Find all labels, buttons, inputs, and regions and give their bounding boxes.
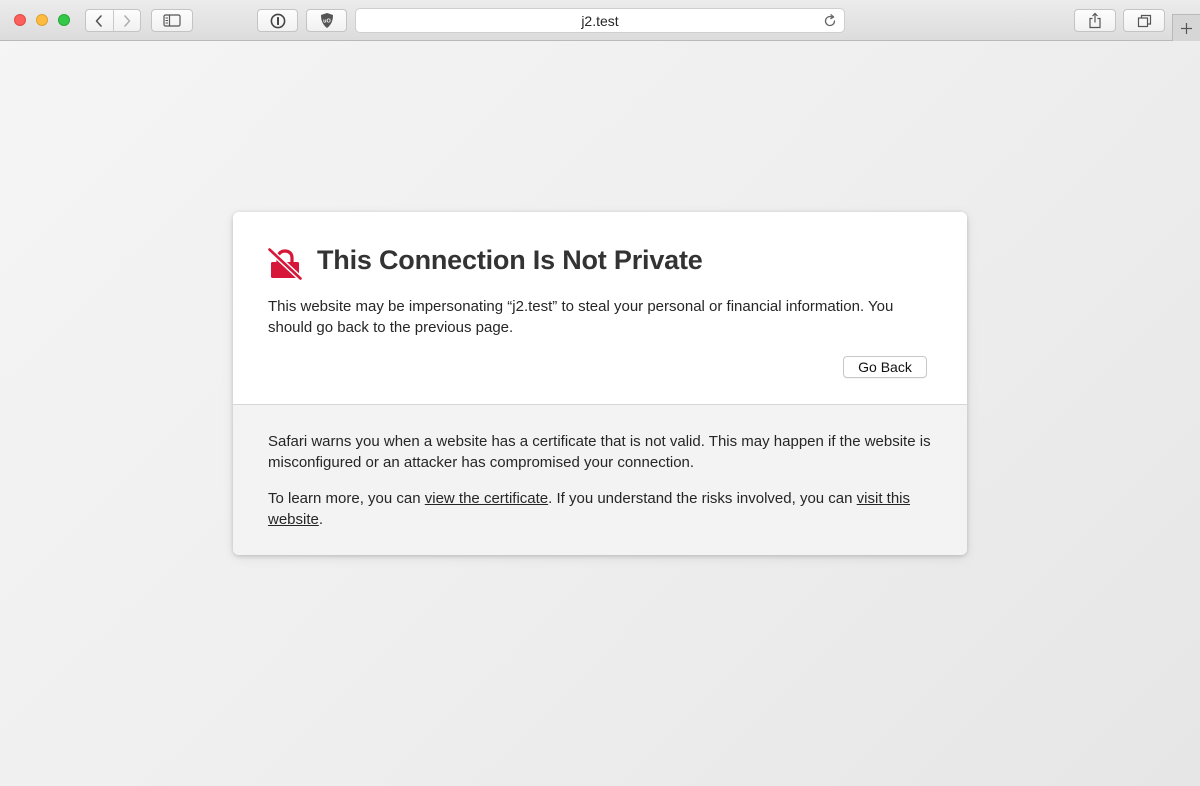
ublock-origin-icon: uO — [320, 13, 333, 28]
minimize-window-button[interactable] — [36, 14, 48, 26]
share-button[interactable] — [1074, 9, 1116, 32]
chevron-right-icon — [123, 14, 131, 27]
broken-lock-icon — [268, 248, 302, 280]
plus-icon — [1181, 22, 1192, 34]
address-bar[interactable]: j2.test — [355, 8, 845, 33]
browser-toolbar: uO j2.test — [0, 0, 1200, 41]
tabs-overview-icon — [1137, 14, 1151, 27]
tabs-overview-button[interactable] — [1123, 9, 1165, 32]
view-certificate-link[interactable]: view the certificate — [425, 490, 548, 507]
zoom-window-button[interactable] — [58, 14, 70, 26]
learn-more-middle: . If you understand the risks involved, … — [548, 490, 857, 507]
warning-details-section: Safari warns you when a website has a ce… — [233, 405, 967, 555]
password-extension-button[interactable] — [257, 9, 298, 32]
learn-more-text: To learn more, you can view the certific… — [268, 488, 933, 530]
back-forward-group — [85, 9, 141, 32]
certificate-warning-card: This Connection Is Not Private This webs… — [233, 212, 967, 555]
warning-title: This Connection Is Not Private — [317, 245, 703, 275]
close-window-button[interactable] — [14, 14, 26, 26]
url-text[interactable]: j2.test — [356, 9, 844, 32]
svg-text:uO: uO — [323, 19, 331, 25]
chevron-left-icon — [95, 14, 103, 27]
learn-more-prefix: To learn more, you can — [268, 490, 425, 507]
adblock-extension-button[interactable]: uO — [306, 9, 347, 32]
warning-description: This website may be impersonating “j2.te… — [268, 298, 894, 336]
browser-window: uO j2.test This Connection Is Not Privat… — [0, 0, 1200, 786]
new-tab-button[interactable] — [1172, 14, 1200, 41]
certificate-explanation: Safari warns you when a website has a ce… — [268, 433, 931, 471]
back-button[interactable] — [86, 10, 113, 31]
share-icon — [1089, 12, 1101, 29]
go-back-button[interactable]: Go Back — [843, 356, 927, 378]
reload-icon — [824, 14, 836, 27]
warning-header-section: This Connection Is Not Private This webs… — [233, 212, 967, 405]
reload-button[interactable] — [823, 14, 837, 33]
1password-icon — [270, 13, 285, 28]
learn-more-suffix: . — [318, 511, 324, 528]
sidebar-icon — [163, 14, 181, 27]
sidebar-button[interactable] — [151, 9, 193, 32]
forward-button[interactable] — [112, 10, 141, 31]
